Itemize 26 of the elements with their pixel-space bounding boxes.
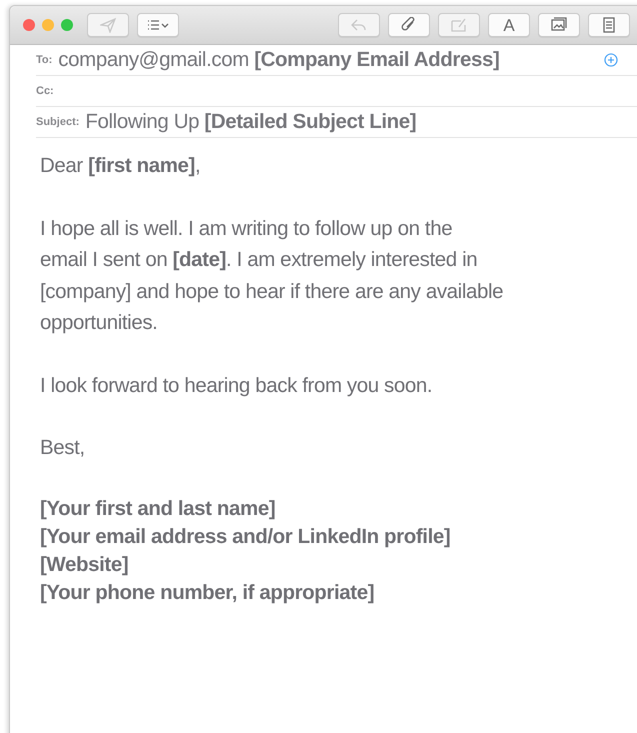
add-contact-icon[interactable] — [604, 53, 618, 67]
field-label: Cc: — [36, 84, 54, 99]
reply-arrow-icon — [351, 17, 367, 33]
font-button[interactable]: A — [488, 13, 530, 37]
body-paragraph: Best, — [40, 435, 85, 461]
photo-button[interactable] — [538, 13, 580, 37]
format-button[interactable] — [588, 13, 630, 37]
body-paragraph: I hope all is well. I am writing to follow up on the email I sent on [date]. I am extremely interested in [company] and hope to hear if there are any available opportunities. — [40, 216, 504, 336]
attach-button[interactable] — [388, 13, 430, 37]
signature-line: [Website] — [40, 552, 128, 578]
list-dropdown-icon — [147, 18, 169, 32]
list-button[interactable] — [137, 13, 179, 37]
paperclip-icon — [401, 17, 417, 33]
field-value[interactable]: company@gmail.com [Company Email Address] — [58, 44, 500, 76]
signature-line: [Your phone number, if appropriate] — [40, 580, 374, 606]
body-paragraph: Dear [first name], — [40, 153, 200, 179]
field-label: Subject: — [36, 114, 80, 130]
document-icon — [601, 17, 617, 33]
photo-icon — [551, 17, 567, 33]
field-label: To: — [36, 52, 52, 68]
pen-box-icon — [451, 17, 467, 33]
paper-plane-icon — [100, 17, 116, 33]
field-value[interactable]: Following Up [Detailed Subject Line] — [85, 106, 416, 138]
body-paragraph: I look forward to hearing back from you soon. — [40, 372, 432, 398]
signature-line: [Your email address and/or LinkedIn profile] — [40, 524, 450, 550]
signature-line: [Your first and last name] — [40, 496, 276, 522]
